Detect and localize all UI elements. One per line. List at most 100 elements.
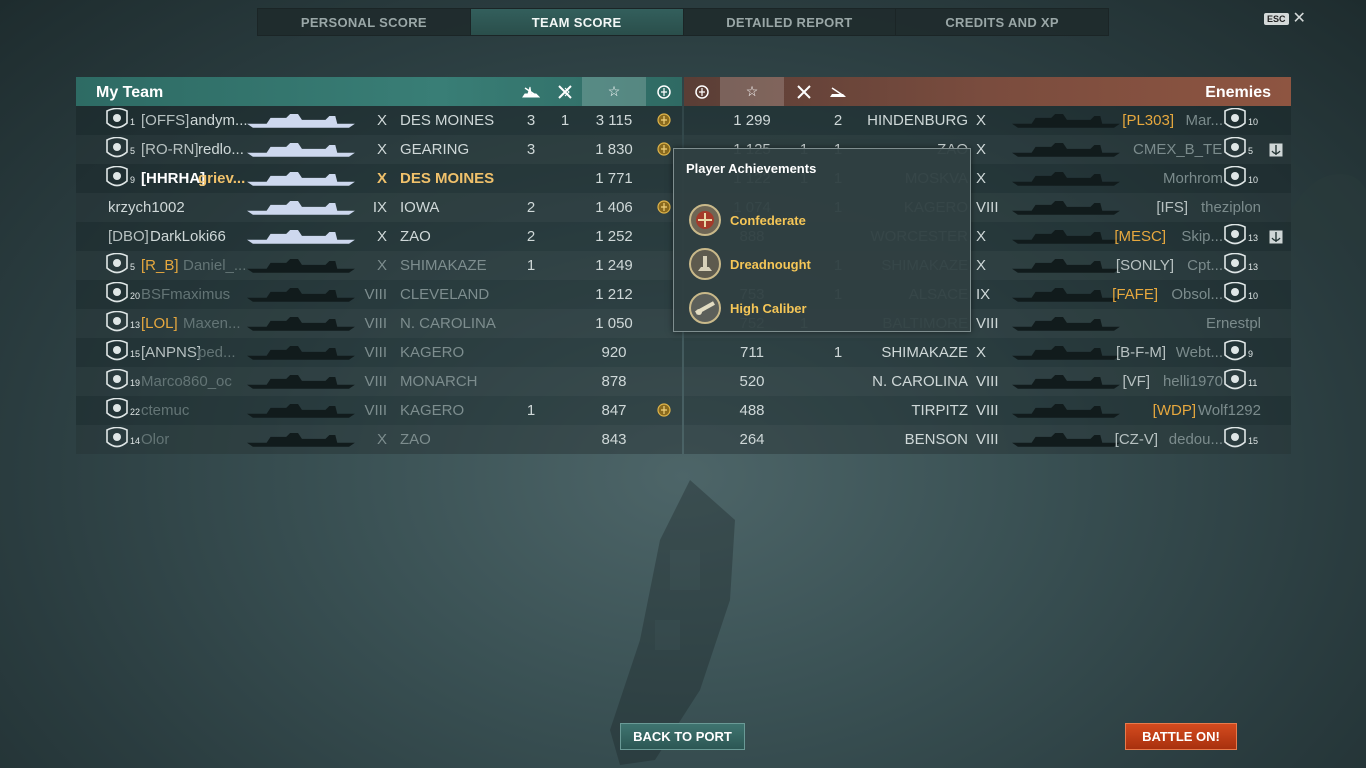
ships-destroyed-count: 2: [526, 199, 536, 216]
table-row[interactable]: 1 [OFFS] andym... X DES MOINES 3 1 3 115: [76, 106, 682, 135]
clan-tag[interactable]: [HHRHA]: [141, 170, 205, 187]
table-row[interactable]: 5 [RO-RN] redlo... X GEARING 3 1 830: [76, 135, 682, 164]
ships-destroyed-header-icon[interactable]: [514, 77, 548, 106]
clan-tag[interactable]: [RO-RN]: [141, 141, 199, 158]
base-xp-header-star-icon[interactable]: ☆: [582, 77, 646, 106]
achievements-header-icon[interactable]: [646, 77, 682, 106]
player-level: 10: [1248, 117, 1259, 127]
clan-tag[interactable]: [SONLY]: [1116, 257, 1174, 274]
ship-tier: VIII: [364, 344, 387, 361]
ship-silhouette-icon: [247, 114, 355, 128]
ship-name: MONARCH: [400, 373, 478, 390]
tab-personal-score[interactable]: PERSONAL SCORE: [258, 9, 471, 35]
table-row[interactable]: 14 Olor X ZAO 843: [76, 425, 682, 454]
clan-tag[interactable]: [FAFE]: [1112, 286, 1158, 303]
player-name[interactable]: krzych1002: [108, 199, 185, 216]
base-xp-value: 1 771: [595, 170, 633, 187]
ship-name: ZAO: [400, 431, 431, 448]
tab-detailed-report[interactable]: DETAILED REPORT: [684, 9, 897, 35]
ships-destroyed-header-icon[interactable]: [821, 77, 855, 106]
table-row[interactable]: 264 BENSON VIII dedou... [CZ-V] 15: [684, 425, 1291, 454]
player-name[interactable]: Morhrom: [1163, 170, 1223, 187]
player-name[interactable]: Obsol...: [1171, 286, 1223, 303]
player-name[interactable]: Marco860_oc: [141, 373, 232, 390]
enemies-title: Enemies: [1205, 84, 1271, 101]
clan-tag[interactable]: [LOL]: [141, 315, 178, 332]
player-name[interactable]: Wolf1292: [1198, 402, 1261, 419]
table-row[interactable]: 20 BSFmaximus VIII CLEVELAND 1 212: [76, 280, 682, 309]
player-name[interactable]: Maxen...: [183, 315, 241, 332]
back-to-port-button[interactable]: BACK TO PORT: [620, 723, 745, 750]
achievement-medal-icon[interactable]: [657, 200, 671, 214]
player-name[interactable]: Mar...: [1185, 112, 1223, 129]
clan-tag[interactable]: [B-F-M]: [1116, 344, 1166, 361]
table-row[interactable]: 13 [LOL] Maxen... VIII N. CAROLINA 1 050: [76, 309, 682, 338]
ship-name: CLEVELAND: [400, 286, 490, 303]
close-button[interactable]: ESC ✕: [1264, 11, 1306, 27]
table-row[interactable]: krzych1002 IX IOWA 2 1 406: [76, 193, 682, 222]
player-name[interactable]: redlo...: [198, 141, 244, 158]
planes-destroyed-header-icon[interactable]: [787, 77, 821, 106]
player-name[interactable]: ped...: [198, 344, 236, 361]
player-name[interactable]: Skip...: [1181, 228, 1223, 245]
clan-tag[interactable]: [WDP]: [1153, 402, 1196, 419]
player-name[interactable]: Cpt...: [1187, 257, 1223, 274]
ship-tier: VIII: [976, 431, 999, 448]
base-xp-value: 1 050: [595, 315, 633, 332]
base-xp-value: 3 115: [595, 112, 633, 129]
table-row[interactable]: 711 1 SHIMAKAZE X Webt... [B-F-M] 9: [684, 338, 1291, 367]
player-name[interactable]: Daniel_...: [183, 257, 246, 274]
player-name[interactable]: Olor: [141, 431, 169, 448]
table-row[interactable]: 22 ctemuc VIII KAGERO 1 847: [76, 396, 682, 425]
base-xp-header-star-icon[interactable]: ☆: [720, 77, 784, 106]
ship-silhouette-icon: [1012, 201, 1120, 215]
clan-tag[interactable]: [MESC]: [1114, 228, 1166, 245]
ship-name: KAGERO: [400, 402, 465, 419]
table-row[interactable]: 488 TIRPITZ VIII Wolf1292 [WDP]: [684, 396, 1291, 425]
ship-tier: VIII: [364, 286, 387, 303]
player-name[interactable]: ctemuc: [141, 402, 189, 419]
achievement-medal-icon[interactable]: [657, 403, 671, 417]
player-level: 14: [130, 436, 141, 446]
achievement-medal-icon[interactable]: [657, 142, 671, 156]
player-name[interactable]: helli1970: [1163, 373, 1223, 390]
player-name[interactable]: CMEX_B_TE...: [1133, 141, 1223, 158]
player-name[interactable]: Ernestpl: [1206, 315, 1261, 332]
clan-tag[interactable]: [CZ-V]: [1115, 431, 1158, 448]
high-caliber-medal-icon: [689, 292, 721, 324]
player-name[interactable]: dedou...: [1169, 431, 1223, 448]
tab-credits-and-xp[interactable]: CREDITS AND XP: [896, 9, 1108, 35]
player-name[interactable]: DarkLoki66: [150, 228, 226, 245]
table-row[interactable]: 5 [R_B] Daniel_... X SHIMAKAZE 1 1 249: [76, 251, 682, 280]
planes-destroyed-header-icon[interactable]: [548, 77, 582, 106]
achievement-medal-icon[interactable]: [657, 113, 671, 127]
achievements-header-icon[interactable]: [684, 77, 720, 106]
clan-tag[interactable]: [IFS]: [1156, 199, 1188, 216]
player-achievements-tooltip: Player Achievements Confederate Dreadnou…: [673, 148, 971, 332]
table-row[interactable]: [DBO] DarkLoki66 X ZAO 2 1 252: [76, 222, 682, 251]
table-row[interactable]: 9 [HHRHA] griev... X DES MOINES 1 771: [76, 164, 682, 193]
player-name[interactable]: BSFmaximus: [141, 286, 230, 303]
tab-team-score[interactable]: TEAM SCORE: [470, 9, 684, 35]
table-row[interactable]: 15 [ANPNS] ped... VIII KAGERO 920: [76, 338, 682, 367]
player-name[interactable]: Webt...: [1176, 344, 1223, 361]
player-level: 5: [1248, 146, 1254, 156]
player-name[interactable]: andym...: [190, 112, 248, 129]
battle-on-button[interactable]: BATTLE ON!: [1125, 723, 1237, 750]
table-row[interactable]: 19 Marco860_oc VIII MONARCH 878: [76, 367, 682, 396]
clan-tag[interactable]: [ANPNS]: [141, 344, 201, 361]
table-row[interactable]: 520 N. CAROLINA VIII helli1970 [VF] 11: [684, 367, 1291, 396]
clan-tag[interactable]: [VF]: [1122, 373, 1150, 390]
rank-icon: [1222, 165, 1248, 190]
ship-silhouette-icon: [1012, 143, 1120, 157]
clan-tag[interactable]: [PL303]: [1122, 112, 1174, 129]
clan-tag[interactable]: [R_B]: [141, 257, 179, 274]
player-name[interactable]: griev...: [198, 170, 245, 187]
clan-tag[interactable]: [DBO]: [108, 228, 149, 245]
player-name[interactable]: theziplon: [1201, 199, 1261, 216]
clan-tag[interactable]: [OFFS]: [141, 112, 189, 129]
player-level: 5: [130, 146, 136, 156]
table-row[interactable]: 1 299 2 HINDENBURG X Mar... [PL303] 10: [684, 106, 1291, 135]
ships-destroyed-count: 1: [833, 344, 843, 361]
base-xp-value: 1 299: [733, 112, 771, 129]
